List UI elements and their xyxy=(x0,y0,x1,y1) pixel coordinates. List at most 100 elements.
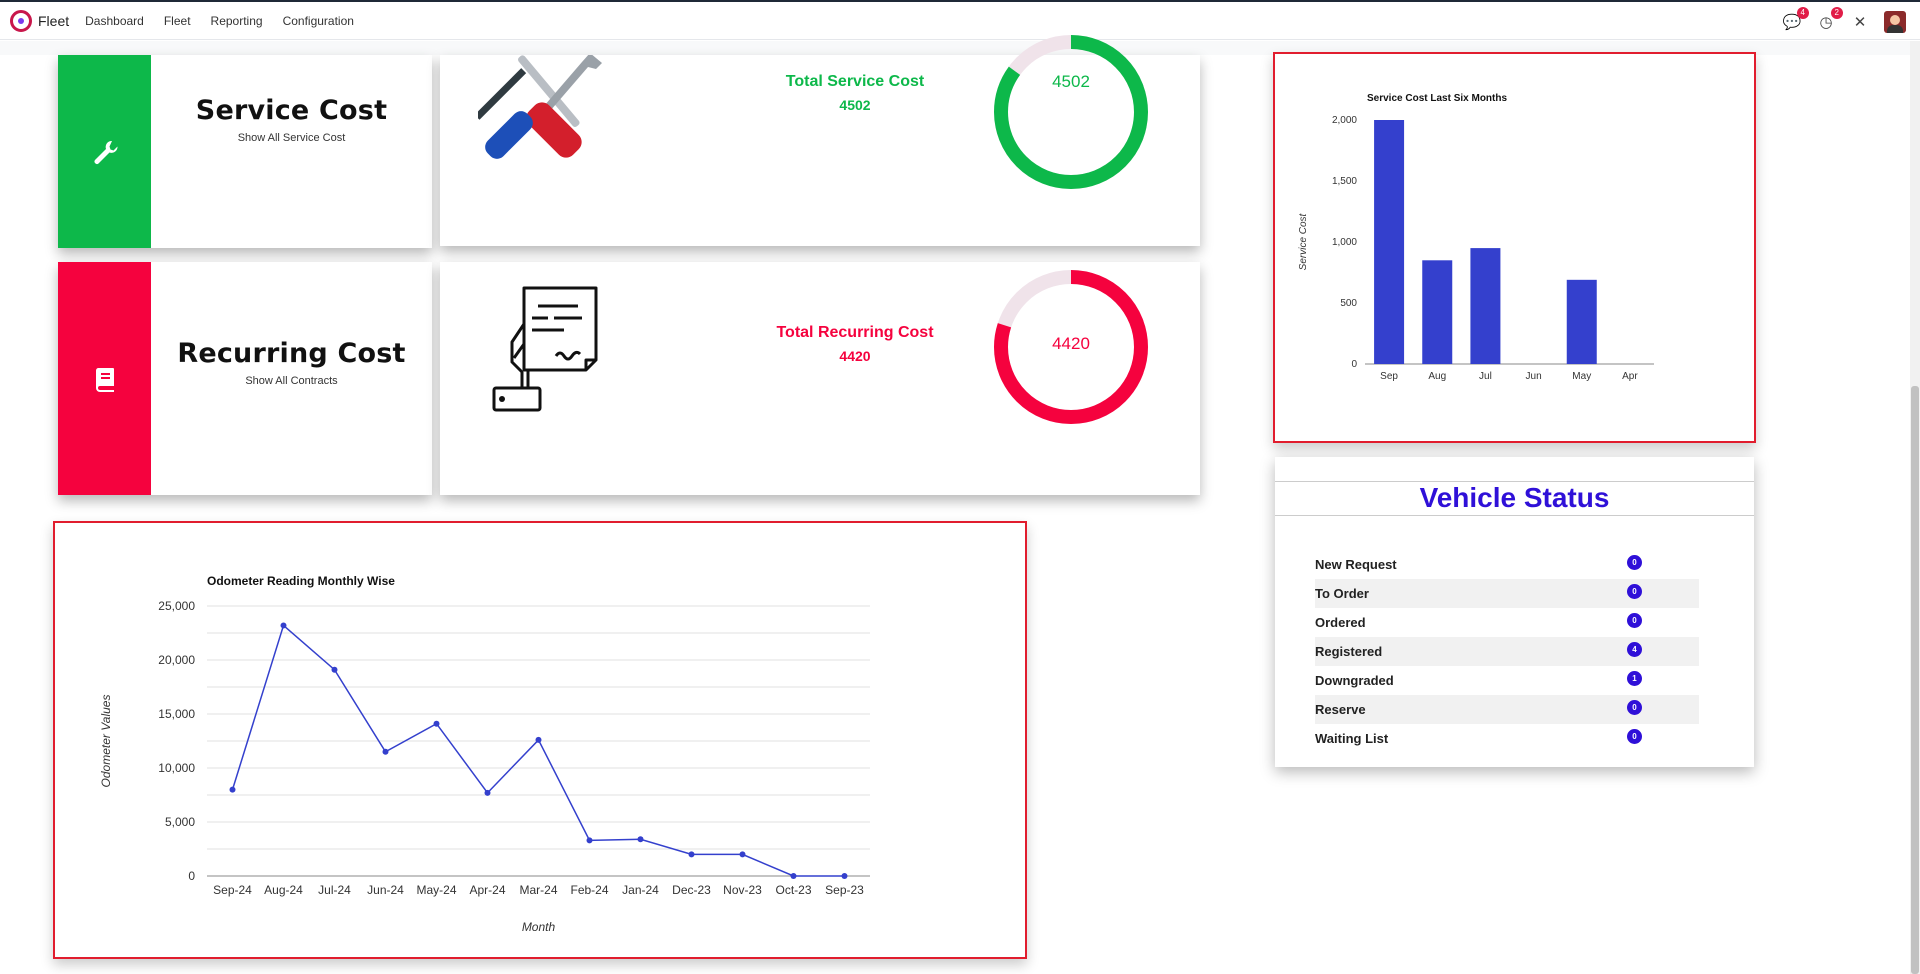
messages-count-badge: 4 xyxy=(1796,7,1809,19)
scrollbar-thumb[interactable] xyxy=(1911,386,1919,974)
bar-y-axis-label: Service Cost xyxy=(1298,212,1309,270)
odometer-point-mar-24[interactable] xyxy=(535,736,542,743)
odometer-point-feb-24[interactable] xyxy=(586,837,593,844)
total-recurring-cost-value: 4420 xyxy=(839,348,871,364)
line-y-tick-label: 15,000 xyxy=(158,707,195,721)
odometer-point-sep-24[interactable] xyxy=(229,786,236,793)
service-cost-bar-chart: Service Cost Last Six Months 0 500 1,000 1,5… xyxy=(1298,93,1654,382)
vehicle-status-count-badge: 0 xyxy=(1627,613,1642,628)
vehicle-status-row-reserve[interactable]: Reserve 0 xyxy=(1315,695,1699,724)
line-x-tick-label: Sep-23 xyxy=(825,883,864,897)
line-x-tick-label: Apr-24 xyxy=(469,883,505,897)
top-navbar: Fleet Dashboard Fleet Reporting Configur… xyxy=(0,0,1920,40)
bar-x-tick-label: May xyxy=(1572,371,1591,382)
recurring-cost-title: Recurring Cost xyxy=(177,338,406,369)
line-y-tick-label: 25,000 xyxy=(158,599,195,613)
vehicle-status-row-ordered[interactable]: Ordered 0 xyxy=(1315,608,1699,637)
vehicle-status-label: Ordered xyxy=(1315,615,1366,630)
vehicle-status-label: Registered xyxy=(1315,644,1383,659)
bar-chart-title: Service Cost Last Six Months xyxy=(1367,93,1507,104)
vehicle-status-row-downgraded[interactable]: Downgraded 1 xyxy=(1315,666,1699,695)
odometer-point-jul-24[interactable] xyxy=(331,666,338,673)
vehicle-status-label: Reserve xyxy=(1315,702,1366,717)
vehicle-status-count-badge: 0 xyxy=(1627,584,1642,599)
vehicle-status-label: Waiting List xyxy=(1315,731,1389,746)
line-x-tick-label: Jul-24 xyxy=(318,883,351,897)
activities-count-badge: 2 xyxy=(1830,7,1843,19)
line-x-tick-label: Sep-24 xyxy=(213,883,252,897)
menu-reporting[interactable]: Reporting xyxy=(211,14,263,28)
messages-button[interactable]: 💬 4 xyxy=(1782,7,1809,32)
bar-x-tick-label: Apr xyxy=(1622,371,1638,382)
menu-configuration[interactable]: Configuration xyxy=(283,14,354,28)
odometer-point-oct-23[interactable] xyxy=(790,873,797,879)
vehicle-status-title: Vehicle Status xyxy=(1419,482,1610,513)
debug-tools-button[interactable]: ✕ xyxy=(1850,12,1870,32)
book-icon xyxy=(95,367,114,392)
show-all-service-cost-link[interactable]: Show All Service Cost xyxy=(151,132,432,144)
vehicle-status-panel: Vehicle Status New Request 0 To Order 0 Orde… xyxy=(1275,457,1754,767)
bar-y-tick-label: 1,000 xyxy=(1332,237,1357,248)
total-recurring-cost-title: Total Recurring Cost xyxy=(776,324,934,341)
odometer-point-aug-24[interactable] xyxy=(280,622,287,629)
service-cost-total-card: Total Service Cost 4502 4502 xyxy=(440,35,1200,246)
bar-x-tick-label: Sep xyxy=(1380,371,1398,382)
bar-jul[interactable] xyxy=(1470,248,1501,364)
recurring-cost-strip xyxy=(58,262,151,495)
service-cost-chart-panel: Service Cost Last Six Months 0 500 1,000 1,5… xyxy=(1273,52,1756,443)
odometer-point-nov-23[interactable] xyxy=(739,851,746,858)
service-cost-label: Service Cost Show All Service Cost xyxy=(151,95,432,144)
tools-icon: ✕ xyxy=(1853,14,1867,31)
bar-y-tick-label: 1,500 xyxy=(1332,176,1357,187)
line-x-tick-label: Aug-24 xyxy=(264,883,303,897)
line-x-tick-label: Nov-23 xyxy=(723,883,762,897)
service-cost-strip xyxy=(58,55,151,248)
bar-y-tick-label: 2,000 xyxy=(1332,115,1357,126)
menu-dashboard[interactable]: Dashboard xyxy=(85,14,144,28)
show-all-contracts-link[interactable]: Show All Contracts xyxy=(151,375,432,387)
vehicle-status-row-to-order[interactable]: To Order 0 xyxy=(1315,579,1699,608)
bar-aug[interactable] xyxy=(1422,260,1453,364)
odometer-point-sep-23[interactable] xyxy=(841,873,848,879)
odometer-point-dec-23[interactable] xyxy=(688,851,695,858)
odometer-point-jan-24[interactable] xyxy=(637,836,644,843)
line-y-tick-label: 0 xyxy=(188,869,195,883)
odometer-series-line xyxy=(231,624,845,877)
odometer-line-chart: Odometer Reading Monthly Wise 0 5,000 10,00… xyxy=(99,574,870,934)
odometer-chart-panel: Odometer Reading Monthly Wise 0 5,000 10,00… xyxy=(53,521,1027,959)
vehicle-status-count-badge: 1 xyxy=(1627,671,1642,686)
wrench-icon xyxy=(94,140,118,164)
vehicle-status-count-badge: 0 xyxy=(1627,700,1642,715)
recurring-cost-total-card: Total Recurring Cost 4420 4420 xyxy=(440,262,1200,495)
vehicle-status-row-new-request[interactable]: New Request 0 xyxy=(1315,550,1699,579)
screwdriver-wrench-icon xyxy=(478,55,602,159)
bar-y-tick-label: 0 xyxy=(1351,359,1357,370)
line-x-tick-label: Feb-24 xyxy=(570,883,608,897)
line-y-tick-label: 5,000 xyxy=(165,815,195,829)
vehicle-status-count-badge: 4 xyxy=(1627,642,1642,657)
line-y-tick-label: 20,000 xyxy=(158,653,195,667)
main-menu: Dashboard Fleet Reporting Configuration xyxy=(85,14,374,28)
vehicle-status-count-badge: 0 xyxy=(1627,729,1642,744)
brand[interactable]: Fleet xyxy=(10,9,69,32)
service-cost-title: Service Cost xyxy=(195,95,388,126)
vehicle-status-row-registered[interactable]: Registered 4 xyxy=(1315,637,1699,666)
odometer-point-apr-24[interactable] xyxy=(484,789,491,796)
activities-button[interactable]: ◷ 2 xyxy=(1816,7,1843,32)
recurring-cost-card[interactable]: Recurring Cost Show All Contracts xyxy=(58,262,432,495)
vehicle-status-row-waiting-list[interactable]: Waiting List 0 xyxy=(1315,724,1699,753)
bar-may[interactable] xyxy=(1566,279,1597,364)
odometer-point-jun-24[interactable] xyxy=(382,748,389,755)
fleet-logo-icon xyxy=(10,9,32,32)
odometer-point-may-24[interactable] xyxy=(433,720,440,727)
bar-sep[interactable] xyxy=(1374,120,1405,364)
service-cost-ring-value: 4502 xyxy=(1052,72,1090,91)
page-scrollbar[interactable] xyxy=(1910,41,1920,974)
menu-fleet[interactable]: Fleet xyxy=(164,14,191,28)
vehicle-status-label: To Order xyxy=(1315,586,1369,601)
service-cost-card[interactable]: Service Cost Show All Service Cost xyxy=(58,55,432,248)
bar-y-tick-label: 500 xyxy=(1340,298,1357,309)
line-x-axis-label: Month xyxy=(522,920,556,934)
user-avatar[interactable] xyxy=(1884,11,1906,33)
vehicle-status-label: Downgraded xyxy=(1315,673,1394,688)
